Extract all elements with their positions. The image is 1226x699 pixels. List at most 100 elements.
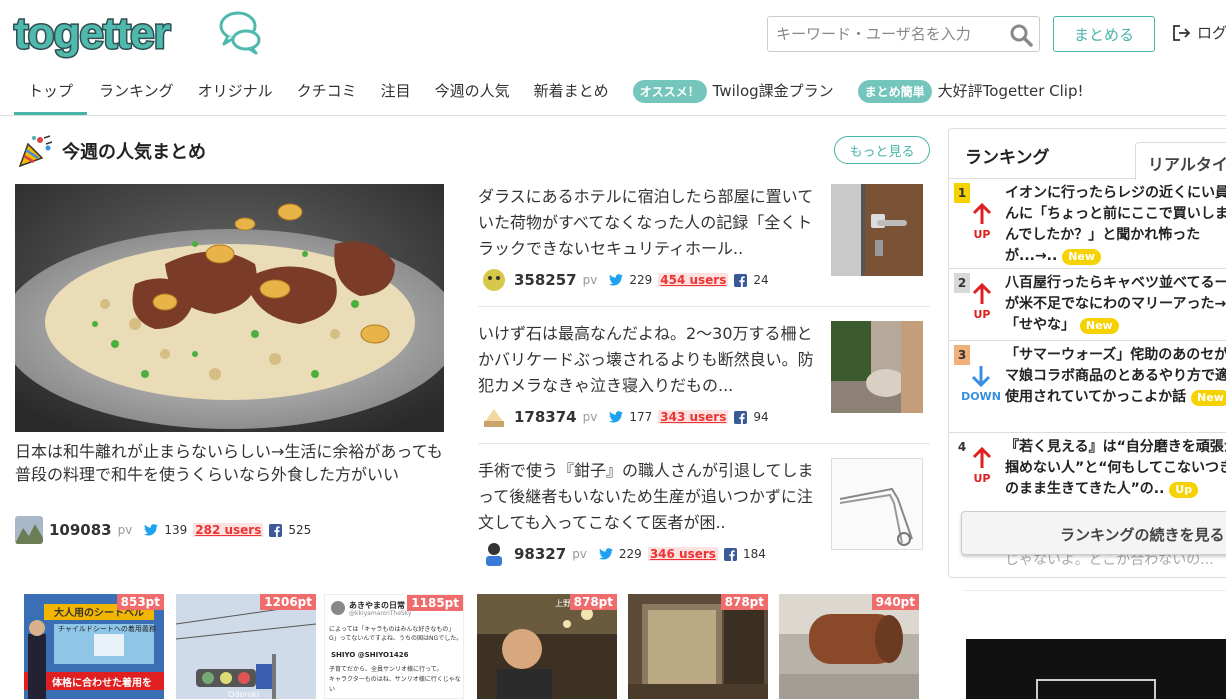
tab-realtime[interactable]: リアルタイ — [1135, 142, 1226, 180]
section-header: 今週の人気まとめ — [16, 134, 206, 168]
hatena-users[interactable]: 454 users — [658, 273, 729, 287]
arrow-up-icon — [972, 446, 992, 468]
pv-unit: pv — [582, 410, 598, 424]
nav-top[interactable]: トップ — [14, 72, 88, 115]
points-badge: 878pt — [569, 594, 617, 610]
feature-image[interactable] — [15, 184, 444, 432]
rank-up-indicator: UP — [965, 282, 999, 321]
points-badge: 1206pt — [260, 594, 316, 610]
points-badge: 853pt — [116, 594, 164, 610]
rank-direction: UP — [973, 472, 991, 485]
thumbnail-card[interactable]: あきやまの日常 @kkiyamanInTheSky によっては「キャラものはみん… — [324, 594, 464, 699]
login-link[interactable]: ログ — [1172, 22, 1226, 43]
hatena-users[interactable]: 343 users — [658, 410, 729, 424]
rank-down-indicator: DOWN — [959, 365, 1003, 403]
pv-count: 98327 — [514, 545, 567, 563]
thumbnail-card[interactable]: 上野 878pt — [477, 594, 617, 699]
rank-up-indicator: UP — [965, 446, 999, 485]
thumb-line: G」ってないんですよね、うちの国はNGでした。 — [329, 635, 463, 642]
thumbnail-card[interactable]: 大人用のシートベル チャイルドシートへの着用義務 体格に合わせた着用を 853p… — [24, 594, 164, 699]
nav-kuchikomi[interactable]: クチコミ — [285, 72, 369, 115]
search-input[interactable] — [776, 25, 1006, 43]
ad-video[interactable] — [966, 639, 1226, 699]
facebook-count: 184 — [742, 547, 766, 561]
item-title[interactable]: 手術で使う『鉗子』の職人さんが引退してしまって後継者もいないため生産が追いつかず… — [478, 458, 828, 536]
nav-chumoku[interactable]: 注目 — [369, 72, 423, 115]
thumbnail-card[interactable]: 878pt — [628, 594, 768, 699]
new-badge: New — [1079, 318, 1119, 334]
nav-new-matome[interactable]: 新着まとめ — [522, 72, 621, 115]
ranking-row[interactable]: 1 UP イオンに行ったらレジの近くにい員さんに「ちょっと前にここで買いしません… — [949, 179, 1226, 269]
promo-clip-label: 大好評Togetter Clip! — [937, 82, 1084, 100]
item-thumbnail[interactable] — [831, 321, 923, 413]
pv-count: 358257 — [514, 271, 577, 289]
item-thumbnail[interactable] — [831, 184, 923, 276]
thumbnail-card[interactable]: Odoroki 1206pt — [176, 594, 316, 699]
nav-promo-clip[interactable]: まとめ簡単 大好評Togetter Clip! — [846, 72, 1096, 115]
hatena-users[interactable]: 282 users — [193, 523, 264, 537]
item-title[interactable]: いけず石は最高なんだよね。2〜30万する柵とかバリケードぶっ壊されるよりも断然良… — [478, 321, 828, 399]
twitter-icon — [609, 274, 624, 286]
rank-direction: UP — [973, 228, 991, 241]
thumb-text: によっては「キャラものはみんな好きなもの」 G」ってないんですよね、うちの国はNG… — [329, 625, 463, 643]
up-badge: Up — [1169, 482, 1199, 498]
ad-area — [962, 590, 1226, 699]
ranking-panel: ランキング リアルタイ 1 UP イオンに行ったらレジの近くにい員さんに「ちょっ… — [948, 128, 1226, 578]
nav-promo-twilog[interactable]: オススメ！ Twilog課金プラン — [621, 72, 846, 115]
points-badge: 1185pt — [407, 595, 463, 611]
avatar[interactable] — [480, 403, 508, 431]
thumbnail-card[interactable]: 940pt — [779, 594, 919, 699]
facebook-icon — [723, 547, 737, 561]
thumb-username: SHIYO @SHIYO1426 — [331, 651, 409, 659]
pv-unit: pv — [117, 523, 133, 537]
avatar[interactable] — [15, 516, 43, 544]
facebook-icon — [734, 273, 748, 287]
nav-weekly-popular[interactable]: 今週の人気 — [423, 72, 522, 115]
togetter-logo[interactable]: togetter — [13, 8, 261, 60]
points-badge: 878pt — [720, 594, 768, 610]
thumb-sign: Odoroki — [228, 690, 260, 699]
avatar[interactable] — [480, 266, 508, 294]
arrow-down-icon — [971, 366, 991, 388]
nav-ranking[interactable]: ランキング — [87, 72, 186, 115]
feature-title[interactable]: 日本は和牛離れが止まらないらしい→生活に余裕があっても普段の料理で和牛を使うくら… — [15, 440, 455, 486]
ranking-row[interactable]: 4 UP 『若く見える』は“自分磨きを頑張か掴めない人”と“何もしてこないつきの… — [949, 433, 1226, 513]
more-button[interactable]: もっと見る — [834, 136, 930, 164]
nav-original[interactable]: オリジナル — [186, 72, 285, 115]
matome-button[interactable]: まとめる — [1053, 16, 1155, 52]
twitter-icon — [609, 411, 624, 423]
ranking-row[interactable]: 3 DOWN 「サマーウォーズ」侘助のあのセがウマ娘コラボ商品のとあるやり方で適… — [949, 341, 1226, 433]
item-stats: 178374 pv 177 343 users 94 — [480, 403, 769, 431]
facebook-count: 525 — [288, 523, 312, 537]
tweet-count: 177 — [629, 410, 653, 424]
thumb-caption: 体格に合わせた着用を — [52, 678, 152, 689]
ad-frame — [1036, 679, 1156, 699]
ranking-row[interactable]: 2 UP 八百屋行ったらキャベツ並べてるールが米不足でなにわのマリーアった→「せ… — [949, 269, 1226, 341]
main-nav: トップ ランキング オリジナル クチコミ 注目 今週の人気 新着まとめ オススメ… — [14, 72, 1095, 115]
party-popper-icon — [18, 135, 53, 168]
item-thumbnail[interactable] — [831, 458, 923, 550]
hatena-users[interactable]: 346 users — [647, 547, 718, 561]
nav-divider — [0, 115, 1226, 116]
twitter-icon — [598, 548, 613, 560]
rank-number: 1 — [954, 183, 970, 203]
feature-stats: 109083 pv 139 282 users 525 — [15, 516, 311, 544]
item-title[interactable]: ダラスにあるホテルに宿泊したら部屋に置いていた荷物がすべてなくなった人の記録「全… — [478, 184, 828, 262]
tweet-count: 229 — [629, 273, 653, 287]
ranking-item-title[interactable]: イオンに行ったらレジの近くにい員さんに「ちょっと前にここで買いしませんでしたか？… — [1005, 183, 1226, 267]
login-label: ログ — [1197, 24, 1226, 42]
ranking-text: イオンに行ったらレジの近くにい員さんに「ちょっと前にここで買いしませんでしたか？… — [1005, 185, 1226, 264]
ranking-item-title[interactable]: 八百屋行ったらキャベツ並べてるールが米不足でなにわのマリーアった→「せやな」 N… — [1005, 273, 1226, 336]
ranking-more-button[interactable]: ランキングの続きを見る — [961, 511, 1226, 555]
section-title: 今週の人気まとめ — [62, 142, 206, 163]
facebook-icon — [734, 410, 748, 424]
ranking-item-title[interactable]: 「サマーウォーズ」侘助のあのセがウマ娘コラボ商品のとあるやり方で適切使用されてい… — [1005, 345, 1226, 408]
item-stats: 98327 pv 229 346 users 184 — [480, 540, 766, 568]
pv-count: 109083 — [49, 521, 112, 539]
recommend-badge: オススメ！ — [632, 80, 707, 103]
search-icon[interactable] — [1009, 23, 1033, 47]
ranking-item-title[interactable]: 『若く見える』は“自分磨きを頑張か掴めない人”と“何もしてこないつきのまま生きて… — [1005, 437, 1226, 500]
promo-twilog-label: Twilog課金プラン — [712, 82, 834, 100]
avatar[interactable] — [480, 540, 508, 568]
arrow-up-icon — [972, 282, 992, 304]
